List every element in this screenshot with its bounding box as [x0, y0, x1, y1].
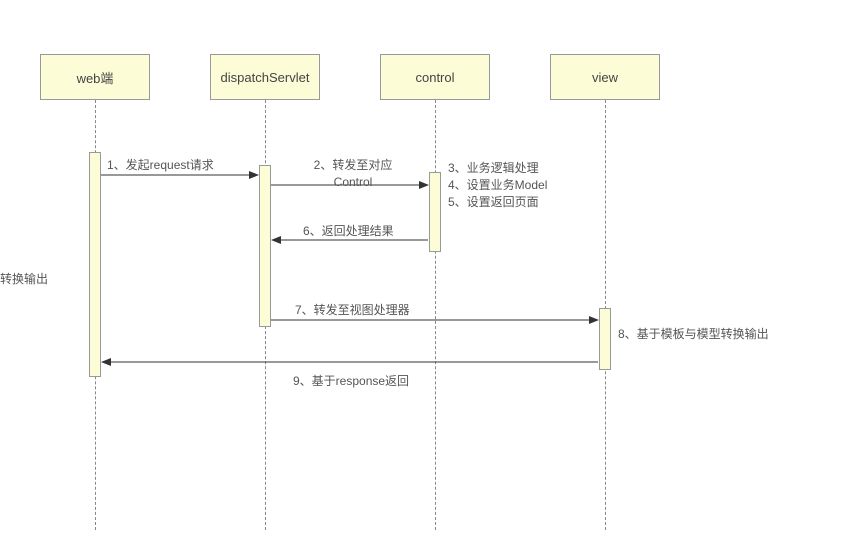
- label-m9: 9、基于response返回: [293, 373, 409, 390]
- label-m7: 7、转发至视图处理器: [295, 302, 410, 319]
- label-m5: 5、设置返回页面: [448, 195, 539, 209]
- label-m2-line1: 2、转发至对应: [314, 158, 393, 172]
- participant-view: view: [550, 54, 660, 100]
- participant-web-label: web端: [77, 68, 114, 87]
- label-m3: 3、业务逻辑处理: [448, 161, 539, 175]
- label-m2: 2、转发至对应 Control: [293, 157, 413, 191]
- lifeline-control: [435, 100, 436, 530]
- label-m6: 6、返回处理结果: [303, 223, 394, 240]
- participant-control: control: [380, 54, 490, 100]
- activation-view: [599, 308, 611, 370]
- participant-web: web端: [40, 54, 150, 100]
- participant-dispatch-label: dispatchServlet: [221, 70, 310, 85]
- label-m2-line2: Control: [334, 175, 373, 189]
- participant-dispatch: dispatchServlet: [210, 54, 320, 100]
- participant-view-label: view: [592, 70, 618, 85]
- activation-dispatch: [259, 165, 271, 327]
- side-label-left: 转换输出: [0, 270, 48, 287]
- label-m345: 3、业务逻辑处理 4、设置业务Model 5、设置返回页面: [448, 160, 547, 210]
- label-m8: 8、基于模板与模型转换输出: [618, 326, 769, 343]
- activation-web: [89, 152, 101, 377]
- activation-control: [429, 172, 441, 252]
- participant-control-label: control: [415, 70, 454, 85]
- label-m1: 1、发起request请求: [107, 157, 214, 174]
- label-m4: 4、设置业务Model: [448, 178, 547, 192]
